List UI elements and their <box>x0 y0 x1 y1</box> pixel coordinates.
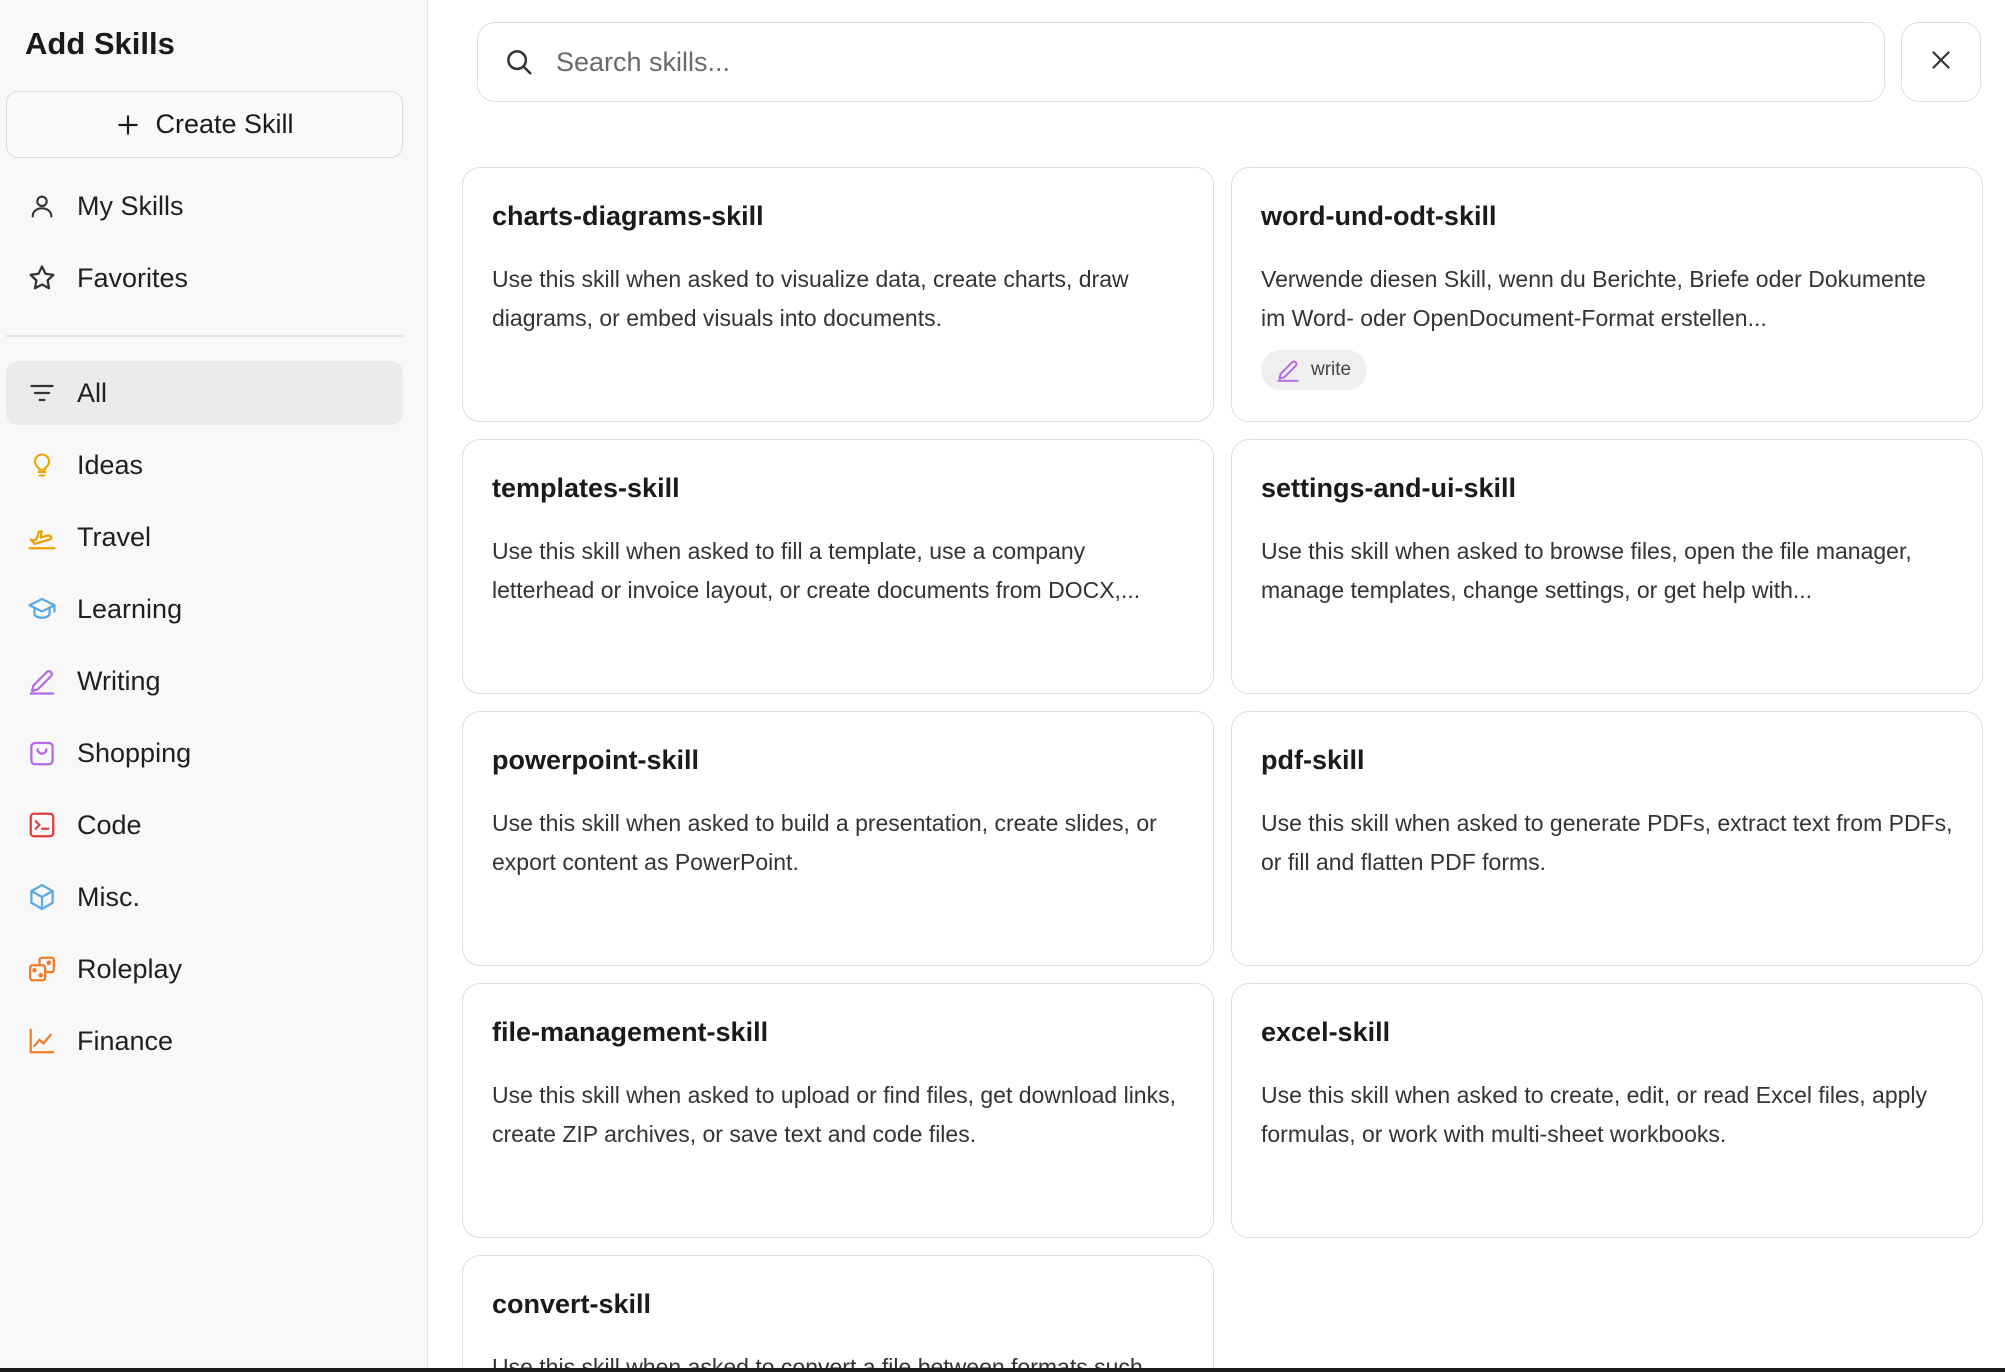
skill-card-description: Use this skill when asked to generate PD… <box>1261 810 1953 875</box>
skill-card-title: charts-diagrams-skill <box>492 201 764 231</box>
skill-card-description: Use this skill when asked to visualize d… <box>492 266 1129 331</box>
skill-card-settings-and-ui[interactable]: settings-and-ui-skill Use this skill whe… <box>1231 439 1983 694</box>
skill-card-description: Use this skill when asked to build a pre… <box>492 810 1157 875</box>
chart-line-icon <box>26 1025 58 1057</box>
sidebar-item-label: All <box>77 377 108 408</box>
create-skill-label: Create Skill <box>155 109 294 139</box>
add-skills-dialog: Add Skills Create Skill My Skills Favori… <box>0 0 2005 1372</box>
search-input[interactable] <box>556 46 1856 78</box>
sidebar-item-travel[interactable]: Travel <box>6 505 403 569</box>
plane-icon <box>26 521 58 553</box>
search-bar <box>477 22 1885 102</box>
sidebar-item-label: Misc. <box>77 881 140 912</box>
sidebar-item-ideas[interactable]: Ideas <box>6 433 403 497</box>
skill-card-description: Use this skill when asked to fill a temp… <box>492 538 1141 603</box>
skill-card-description: Use this skill when asked to convert a f… <box>492 1354 1162 1368</box>
sidebar-item-label: Writing <box>77 665 161 696</box>
sidebar-item-code[interactable]: Code <box>6 793 403 857</box>
skill-card-title: excel-skill <box>1261 1017 1391 1047</box>
window-bottom-edge <box>0 1368 2005 1372</box>
graduation-cap-icon <box>26 593 58 625</box>
sidebar-item-misc[interactable]: Misc. <box>6 865 403 929</box>
sidebar-item-learning[interactable]: Learning <box>6 577 403 641</box>
skill-card-convert[interactable]: convert-skill Use this skill when asked … <box>462 1255 1214 1368</box>
sidebar-item-roleplay[interactable]: Roleplay <box>6 937 403 1001</box>
star-icon <box>26 262 58 294</box>
filter-icon <box>26 377 58 409</box>
skill-card-title: word-und-odt-skill <box>1261 201 1497 231</box>
sidebar-item-my-skills[interactable]: My Skills <box>6 174 403 238</box>
create-skill-button[interactable]: Create Skill <box>6 91 403 158</box>
skill-card-title: powerpoint-skill <box>492 745 700 775</box>
shopping-bag-icon <box>26 737 58 769</box>
plus-icon <box>115 112 141 138</box>
close-button[interactable] <box>1901 22 1981 102</box>
skill-card-templates[interactable]: templates-skill Use this skill when aske… <box>462 439 1214 694</box>
sidebar-item-label: Travel <box>77 521 152 552</box>
skill-card-file-management[interactable]: file-management-skill Use this skill whe… <box>462 983 1214 1238</box>
sidebar-item-all[interactable]: All <box>6 361 403 425</box>
skill-card-charts-diagrams[interactable]: charts-diagrams-skill Use this skill whe… <box>462 167 1214 422</box>
skill-tag-label: write <box>1311 359 1352 380</box>
sidebar-item-label: Ideas <box>77 449 144 480</box>
sidebar-item-label: Shopping <box>77 737 192 768</box>
skill-card-description: Use this skill when asked to browse file… <box>1261 538 1912 603</box>
sidebar-item-writing[interactable]: Writing <box>6 649 403 713</box>
skill-card-title: pdf-skill <box>1261 745 1365 775</box>
page-title: Add Skills <box>25 26 175 61</box>
close-icon <box>1928 47 1954 78</box>
sidebar-item-label: Finance <box>77 1025 174 1056</box>
sidebar-item-label: My Skills <box>77 190 184 221</box>
skill-card-title: convert-skill <box>492 1289 652 1319</box>
search-icon <box>502 45 536 79</box>
sidebar-item-favorites[interactable]: Favorites <box>6 246 403 310</box>
skill-card-pdf[interactable]: pdf-skill Use this skill when asked to g… <box>1231 711 1983 966</box>
skill-card-powerpoint[interactable]: powerpoint-skill Use this skill when ask… <box>462 711 1214 966</box>
sidebar-item-label: Roleplay <box>77 953 183 984</box>
sidebar-item-label: Learning <box>77 593 183 624</box>
user-icon <box>26 190 58 222</box>
dice-icon <box>26 953 58 985</box>
sidebar: Add Skills Create Skill My Skills Favori… <box>0 0 428 1372</box>
pen-icon <box>1275 357 1301 383</box>
sidebar-item-shopping[interactable]: Shopping <box>6 721 403 785</box>
skill-card-description: Use this skill when asked to create, edi… <box>1261 1082 1928 1147</box>
skill-card-title: settings-and-ui-skill <box>1261 473 1517 503</box>
divider <box>6 335 403 337</box>
skill-card-title: file-management-skill <box>492 1017 769 1047</box>
pen-icon <box>26 665 58 697</box>
sidebar-item-label: Favorites <box>77 262 189 293</box>
lightbulb-icon <box>26 449 58 481</box>
sidebar-item-finance[interactable]: Finance <box>6 1009 403 1073</box>
cube-icon <box>26 881 58 913</box>
skill-card-description: Verwende diesen Skill, wenn du Berichte,… <box>1261 266 1926 331</box>
sidebar-item-label: Code <box>77 809 142 840</box>
skill-card-excel[interactable]: excel-skill Use this skill when asked to… <box>1231 983 1983 1238</box>
skill-card-title: templates-skill <box>492 473 680 503</box>
skill-card-word-und-odt[interactable]: word-und-odt-skill Verwende diesen Skill… <box>1231 167 1983 422</box>
terminal-icon <box>26 809 58 841</box>
skill-tag: write <box>1261 350 1368 390</box>
skill-card-description: Use this skill when asked to upload or f… <box>492 1082 1176 1147</box>
